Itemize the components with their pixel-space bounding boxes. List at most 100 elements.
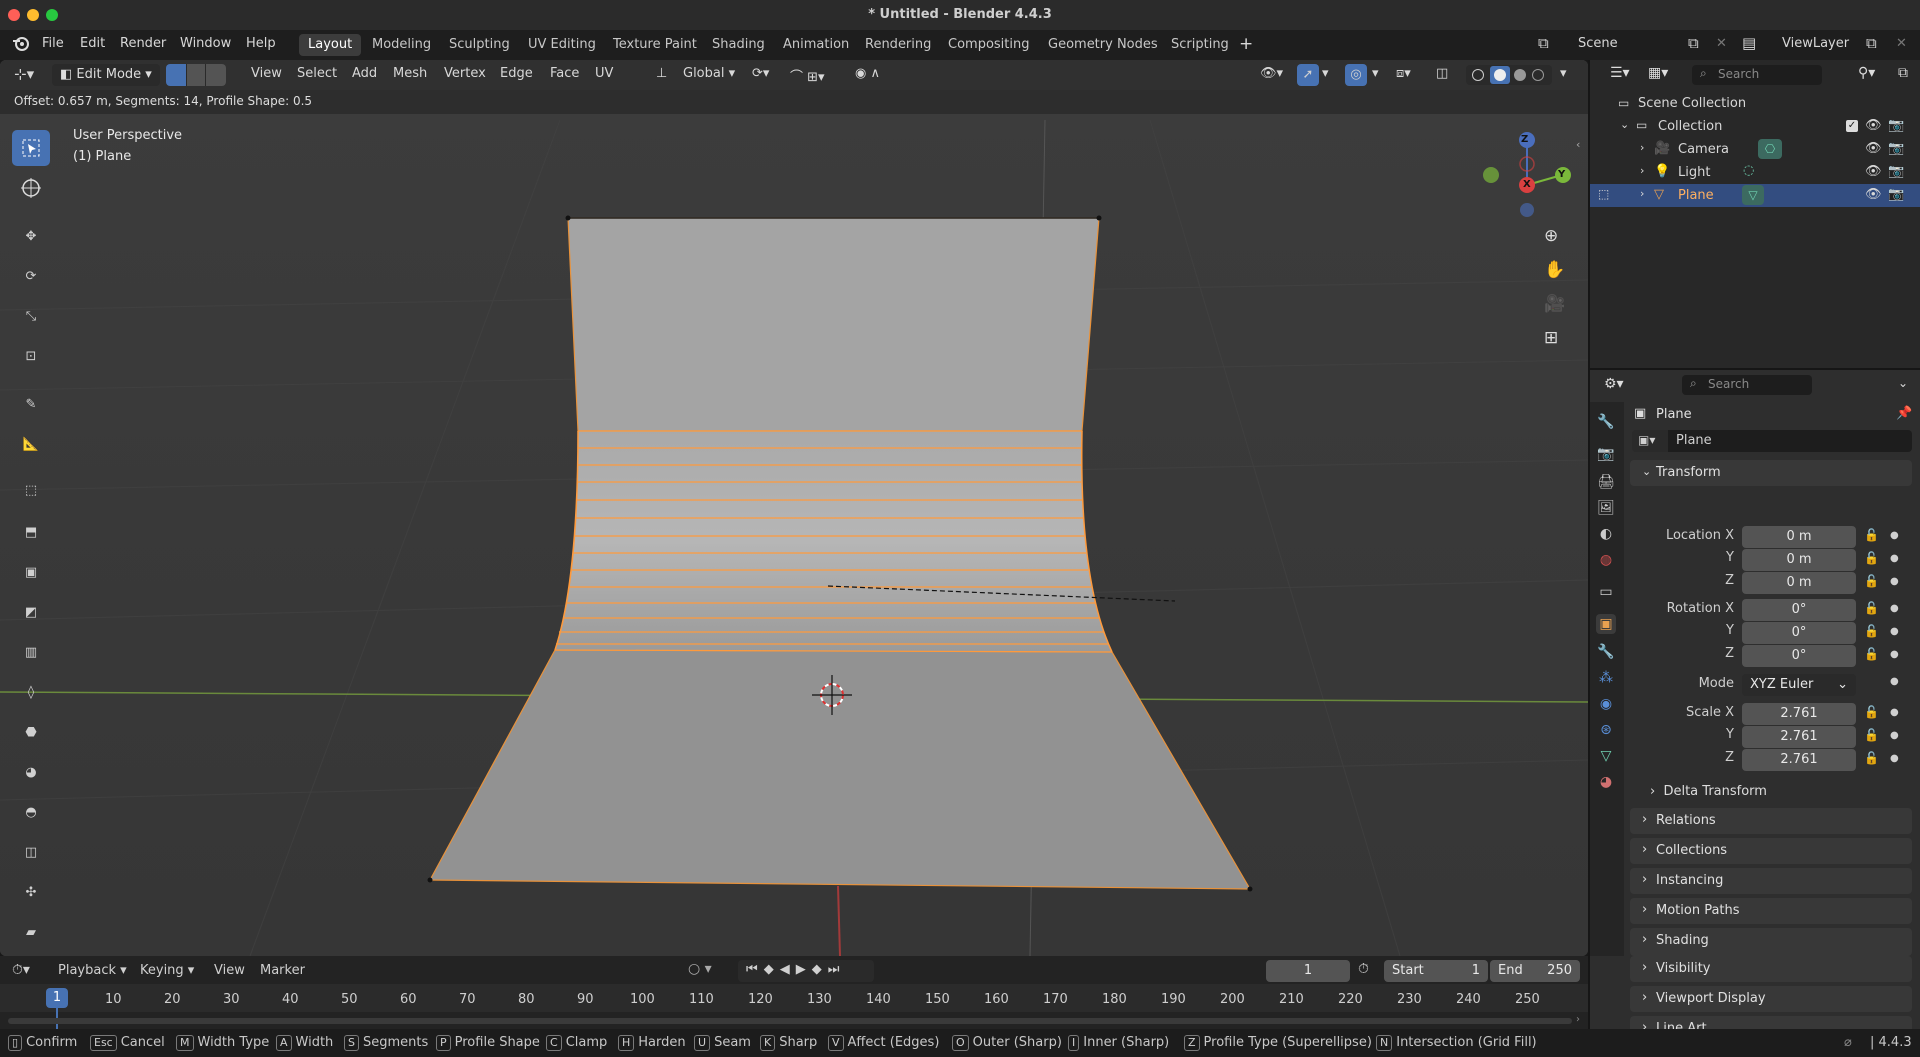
display-mode-icon[interactable]: ▦▾ bbox=[1648, 65, 1668, 81]
bevel-tool-icon[interactable]: ◩ bbox=[12, 594, 50, 630]
new-scene-icon[interactable]: ⧉ bbox=[1688, 34, 1699, 52]
zoom-icon[interactable]: ⊕ bbox=[1544, 226, 1558, 246]
scale-y-field[interactable]: 2.761 bbox=[1742, 726, 1856, 748]
keyframe-dot-icon[interactable]: ● bbox=[1890, 530, 1899, 541]
play-icon[interactable]: ▶ bbox=[796, 962, 812, 977]
overlay-toggle-icon[interactable]: ◎ bbox=[1345, 64, 1367, 86]
motion-paths-panel-header[interactable]: › Motion Paths bbox=[1630, 898, 1912, 924]
particles-tab-icon[interactable]: ⁂ bbox=[1596, 668, 1616, 688]
mesh-data-icon[interactable]: ▽ bbox=[1742, 185, 1764, 205]
rotation-z-field[interactable]: 0° bbox=[1742, 645, 1856, 667]
material-tab-icon[interactable]: ◕ bbox=[1596, 772, 1616, 792]
menu-edit[interactable]: Edit bbox=[80, 36, 105, 51]
shading-dropdown-icon[interactable]: ▾ bbox=[1560, 66, 1567, 81]
lock-icon[interactable]: 🔓 bbox=[1864, 751, 1879, 765]
3d-viewport[interactable]: Z Y X ⊹▾ ◧ Edit Mode ▾ View Select Add M… bbox=[0, 60, 1588, 956]
face-select-icon[interactable] bbox=[206, 64, 226, 86]
gizmo-toggle-icon[interactable]: ➚ bbox=[1297, 64, 1319, 86]
keyframe-dot-icon[interactable]: ● bbox=[1890, 603, 1899, 614]
marker-menu[interactable]: Marker bbox=[260, 963, 305, 978]
viewport-display-panel-header[interactable]: › Viewport Display bbox=[1630, 986, 1912, 1012]
gizmo-y-label[interactable]: Y bbox=[1558, 169, 1565, 180]
world-tab-icon[interactable]: ◍ bbox=[1596, 550, 1616, 570]
lock-icon[interactable]: 🔓 bbox=[1864, 728, 1879, 742]
menu-mesh[interactable]: Mesh bbox=[393, 66, 427, 81]
outliner-item-light[interactable]: › 💡 Light ◌ 👁 📷 bbox=[1590, 161, 1920, 184]
view-layer-icon[interactable]: ▤ bbox=[1742, 34, 1756, 52]
eye-icon[interactable]: 👁 bbox=[1865, 164, 1882, 179]
tab-shading[interactable]: Shading bbox=[703, 34, 774, 56]
exclude-checkbox[interactable]: ✓ bbox=[1846, 120, 1858, 132]
location-x-field[interactable]: 0 m bbox=[1742, 526, 1856, 548]
view-layer-name[interactable]: ViewLayer bbox=[1782, 36, 1849, 51]
tab-compositing[interactable]: Compositing bbox=[939, 34, 1039, 56]
tool-tab-icon[interactable]: 🔧 bbox=[1596, 412, 1616, 432]
new-collection-icon[interactable]: ⧉ bbox=[1898, 65, 1908, 81]
outliner-editor-icon[interactable]: ☰▾ bbox=[1610, 65, 1630, 81]
scale-tool-icon[interactable]: ⤡ bbox=[12, 298, 50, 334]
menu-edge[interactable]: Edge bbox=[500, 66, 533, 81]
menu-help[interactable]: Help bbox=[246, 36, 276, 51]
keyframe-dot-icon[interactable]: ● bbox=[1890, 707, 1899, 718]
prev-keyframe-icon[interactable]: ◆ bbox=[764, 962, 780, 977]
constraints-tab-icon[interactable]: ⊛ bbox=[1596, 720, 1616, 740]
menu-window[interactable]: Window bbox=[180, 36, 231, 51]
render-tab-icon[interactable]: 📷 bbox=[1596, 444, 1616, 464]
tab-layout[interactable]: Layout bbox=[299, 34, 362, 56]
location-z-field[interactable]: 0 m bbox=[1742, 572, 1856, 594]
chevron-down-icon[interactable]: ⌄ bbox=[1620, 118, 1629, 131]
rendered-shading-icon[interactable] bbox=[1532, 69, 1544, 81]
output-tab-icon[interactable]: 🖨 bbox=[1596, 472, 1616, 492]
render-camera-icon[interactable]: 📷 bbox=[1888, 141, 1904, 156]
auto-keying-icon[interactable]: ○ ▾ bbox=[688, 961, 712, 977]
loop-cut-tool-icon[interactable]: ▥ bbox=[12, 634, 50, 670]
object-browse-icon[interactable]: ▣▾ bbox=[1632, 430, 1668, 452]
mesh-overlay-icon[interactable]: ⧈▾ bbox=[1396, 66, 1411, 81]
knife-tool-icon[interactable]: ◊ bbox=[12, 674, 50, 710]
properties-editor-icon[interactable]: ⚙▾ bbox=[1604, 376, 1624, 392]
instancing-panel-header[interactable]: › Instancing bbox=[1630, 868, 1912, 894]
camera-data-icon[interactable]: ⎔ bbox=[1758, 139, 1782, 159]
remove-scene-icon[interactable]: ✕ bbox=[1716, 36, 1727, 51]
playhead[interactable]: 1 bbox=[46, 988, 68, 1008]
menu-vertex[interactable]: Vertex bbox=[444, 66, 486, 81]
move-tool-icon[interactable]: ✥ bbox=[12, 218, 50, 254]
gizmo-dropdown-icon[interactable]: ▾ bbox=[1322, 66, 1329, 81]
shrink-fatten-tool-icon[interactable]: ✣ bbox=[12, 874, 50, 910]
playback-menu[interactable]: Playback ▾ bbox=[58, 963, 127, 978]
eye-icon[interactable]: 👁 bbox=[1865, 118, 1882, 133]
outliner-search-input[interactable]: ⌕ Search bbox=[1692, 65, 1822, 85]
rotate-tool-icon[interactable]: ⟳ bbox=[12, 258, 50, 294]
lock-icon[interactable]: 🔓 bbox=[1864, 551, 1879, 565]
menu-uv[interactable]: UV bbox=[595, 66, 613, 81]
render-camera-icon[interactable]: 📷 bbox=[1888, 164, 1904, 179]
visibility-icon[interactable]: 👁▾ bbox=[1260, 66, 1283, 81]
scene-name[interactable]: Scene bbox=[1578, 36, 1618, 51]
properties-search-input[interactable]: ⌕ Search bbox=[1682, 375, 1812, 395]
shading-panel-header[interactable]: › Shading bbox=[1630, 928, 1912, 956]
tab-sculpting[interactable]: Sculpting bbox=[440, 34, 519, 56]
keyframe-dot-icon[interactable]: ● bbox=[1890, 553, 1899, 564]
inset-tool-icon[interactable]: ▣ bbox=[12, 554, 50, 590]
material-shading-icon[interactable] bbox=[1514, 69, 1526, 81]
relations-panel-header[interactable]: › Relations bbox=[1630, 808, 1912, 834]
object-tab-icon[interactable]: ▣ bbox=[1596, 614, 1616, 634]
physics-tab-icon[interactable]: ◉ bbox=[1596, 694, 1616, 714]
location-y-field[interactable]: 0 m bbox=[1742, 549, 1856, 571]
keyframe-dot-icon[interactable]: ● bbox=[1890, 753, 1899, 764]
add-cube-tool-icon[interactable]: ⬚ bbox=[12, 472, 50, 508]
keying-menu[interactable]: Keying ▾ bbox=[140, 963, 194, 978]
tab-uv-editing[interactable]: UV Editing bbox=[519, 34, 605, 56]
solid-shading-icon[interactable] bbox=[1490, 66, 1510, 84]
delta-transform-subpanel[interactable]: › Delta Transform bbox=[1650, 784, 1767, 799]
transform-panel-header[interactable]: ⌄ Transform bbox=[1630, 460, 1912, 486]
gizmo-x-label[interactable]: X bbox=[1523, 179, 1531, 190]
pan-hand-icon[interactable]: ✋ bbox=[1544, 260, 1565, 280]
tab-texture-paint[interactable]: Texture Paint bbox=[604, 34, 706, 56]
edge-slide-tool-icon[interactable]: ◫ bbox=[12, 834, 50, 870]
keyframe-dot-icon[interactable]: ● bbox=[1890, 576, 1899, 587]
select-box-tool-icon[interactable] bbox=[12, 130, 50, 166]
eye-icon[interactable]: 👁 bbox=[1865, 187, 1882, 202]
light-data-icon[interactable]: ◌ bbox=[1743, 163, 1754, 178]
edit-mode-object-icon[interactable]: ⬚ bbox=[1598, 187, 1609, 201]
